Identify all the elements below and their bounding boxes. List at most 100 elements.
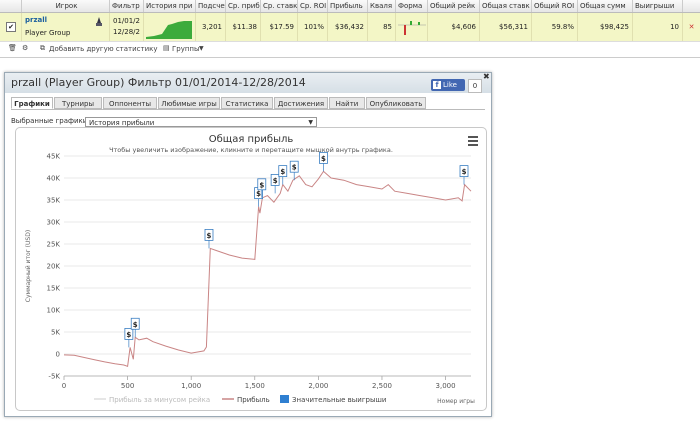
facebook-icon: f: [433, 81, 441, 89]
flag-label: $: [207, 232, 212, 240]
chart-title: Общая прибыль: [209, 134, 294, 145]
table-row[interactable]: ✔ przall Player Group 01/01/2 12/28/2 3,…: [0, 13, 700, 42]
header-avg-roi[interactable]: Ср. ROI: [298, 0, 328, 12]
filter-cell: 01/01/2 12/28/2: [110, 13, 144, 41]
header-player[interactable]: Игрок: [22, 0, 110, 12]
stats-grid: Игрок Фильтр История при Подсчет Ср. при…: [0, 0, 700, 58]
x-tick-label: 3,000: [436, 382, 456, 390]
flag-label: $: [462, 168, 467, 176]
x-tick-label: 0: [62, 382, 66, 390]
y-tick-label: 10K: [47, 307, 61, 315]
y-tick-label: 40K: [47, 175, 61, 183]
row-checkbox[interactable]: ✔: [6, 22, 16, 32]
x-tick-label: 1,500: [245, 382, 265, 390]
total-sum-value: $98,425: [578, 13, 633, 41]
avg-roi-value: 101%: [298, 13, 328, 41]
tab-opponents[interactable]: Оппоненты: [103, 97, 157, 109]
header-total-rake[interactable]: Общий рейк: [428, 0, 480, 12]
add-stat-link[interactable]: Добавить другую статистику: [49, 45, 158, 53]
tab-statistics[interactable]: Статистика: [221, 97, 273, 109]
tab-publish[interactable]: Опубликовать: [366, 97, 426, 109]
total-roi-value: 59.8%: [532, 13, 578, 41]
legend-swatch-wins: [280, 395, 289, 403]
x-tick-label: 500: [121, 382, 134, 390]
qual-value: 85: [368, 13, 396, 41]
flag-label: $: [259, 181, 264, 189]
y-tick-label: 15K: [47, 285, 61, 293]
player-group-label: Player Group: [25, 29, 71, 37]
player-name-link[interactable]: przall: [25, 16, 47, 24]
header-qual[interactable]: Кваля: [368, 0, 396, 12]
y-tick-label: 5K: [51, 329, 60, 337]
header-count[interactable]: Подсчет: [196, 0, 226, 12]
header-total-sum[interactable]: Общая сумм: [578, 0, 633, 12]
flag-label: $: [280, 168, 285, 176]
select-label: Выбранные графики:: [11, 117, 90, 125]
flag-label: $: [321, 155, 326, 163]
total-rake-value: $4,606: [428, 13, 480, 41]
history-sparkline: [144, 13, 196, 41]
tab-search[interactable]: Найти: [329, 97, 365, 109]
header-history[interactable]: История при: [144, 0, 196, 12]
header-total-stake[interactable]: Общая ставк: [480, 0, 532, 12]
add-stat-icon: ⧉: [40, 44, 45, 52]
player-cell: przall Player Group: [22, 13, 110, 41]
y-axis-label: Суммарный итог (USD): [25, 230, 32, 302]
groups-dropdown[interactable]: Группы: [172, 45, 200, 53]
tab-achievements[interactable]: Достижения: [274, 97, 328, 109]
header-form[interactable]: Форма: [396, 0, 428, 12]
menu-icon[interactable]: [468, 136, 478, 146]
facebook-like-button[interactable]: f Like: [431, 79, 465, 91]
tab-favorite-games[interactable]: Любимые игры: [158, 97, 220, 109]
profit-chart[interactable]: Общая прибыльЧтобы увеличить изображение…: [16, 128, 486, 410]
x-axis-label: Номер игры: [437, 398, 475, 405]
avg-profit-value: $11.38: [226, 13, 261, 41]
wins-value: 10: [633, 13, 683, 41]
y-tick-label: 25K: [47, 241, 61, 249]
header-filter[interactable]: Фильтр: [110, 0, 144, 12]
tabs-divider: [11, 109, 485, 110]
settings-icon[interactable]: ⚙: [22, 44, 28, 52]
flag-label: $: [126, 331, 131, 339]
y-tick-label: 45K: [47, 153, 61, 161]
total-stake-value: $56,311: [480, 13, 532, 41]
y-tick-label: 20K: [47, 263, 61, 271]
row-checkbox-cell: ✔: [0, 13, 22, 41]
like-label: Like: [443, 81, 457, 89]
legend-item-profit: Прибыль: [237, 396, 270, 404]
header-avg-stake[interactable]: Ср. ставк: [261, 0, 298, 12]
wizard-icon: [94, 17, 104, 27]
flag-label: $: [273, 177, 278, 185]
tab-charts[interactable]: Графики: [11, 97, 53, 109]
y-tick-label: 30K: [47, 219, 61, 227]
chart-subtitle: Чтобы увеличить изображение, кликните и …: [109, 146, 393, 154]
y-tick-label: -5K: [48, 373, 60, 381]
groups-icon: ▤: [163, 44, 170, 52]
tab-tournaments[interactable]: Турниры: [54, 97, 102, 109]
chart-select[interactable]: История прибыли ▼: [85, 117, 317, 127]
flag-label: $: [256, 190, 261, 198]
y-tick-label: 0: [56, 351, 60, 359]
close-icon[interactable]: ✖: [483, 72, 490, 81]
x-tick-label: 2,000: [308, 382, 328, 390]
player-chart-panel: przall (Player Group) Фильтр 01/01/2014-…: [4, 72, 492, 417]
flag-label: $: [133, 321, 138, 329]
delete-icon[interactable]: 🗑: [8, 44, 17, 52]
header-spacer: [0, 0, 22, 12]
filter-date-start: 01/01/2: [113, 17, 140, 25]
chart-container[interactable]: Общая прибыль Чтобы увеличить изображение…: [15, 127, 487, 411]
form-sparkline: [396, 13, 428, 41]
like-count: 0: [468, 79, 482, 93]
legend-item-net: Прибыль за минусом рейка: [109, 396, 210, 404]
profit-value: $36,432: [328, 13, 368, 41]
remove-row-icon[interactable]: ✕: [683, 13, 700, 41]
header-avg-profit[interactable]: Ср. приб: [226, 0, 261, 12]
header-wins[interactable]: Выигрыши: [633, 0, 683, 12]
header-total-roi[interactable]: Общий ROI: [532, 0, 578, 12]
x-tick-label: 2,500: [372, 382, 392, 390]
x-tick-label: 1,000: [181, 382, 201, 390]
flag-label: $: [292, 164, 297, 172]
legend-item-wins: Значительные выигрыши: [292, 396, 386, 404]
chevron-down-icon[interactable]: ▼: [199, 45, 204, 52]
header-profit[interactable]: Прибыль: [328, 0, 368, 12]
